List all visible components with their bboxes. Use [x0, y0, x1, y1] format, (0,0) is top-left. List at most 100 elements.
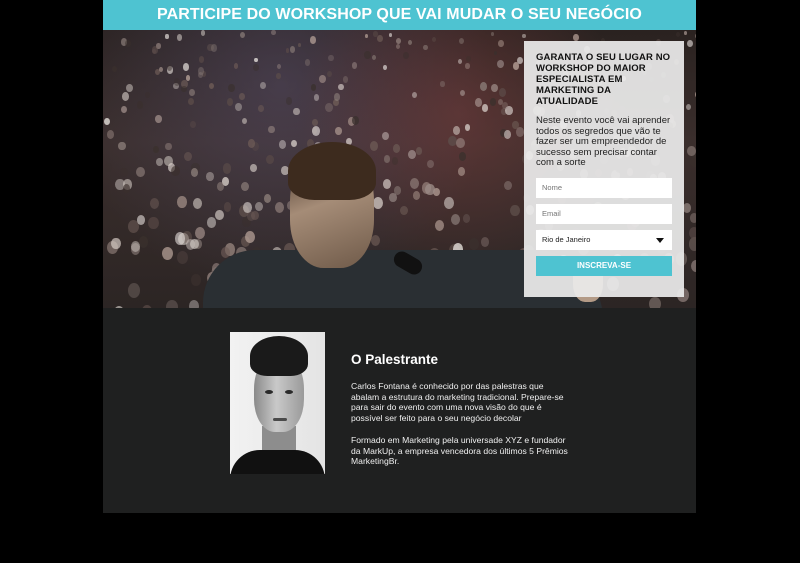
audience-head: [190, 167, 199, 177]
audience-head: [382, 65, 387, 71]
audience-head: [351, 116, 359, 126]
audience-head: [166, 64, 173, 72]
audience-head: [522, 33, 527, 39]
audience-head: [161, 246, 173, 260]
audience-head: [373, 31, 378, 37]
audience-head: [695, 91, 696, 99]
audience-head: [253, 63, 260, 72]
audience-head: [459, 37, 465, 44]
audience-head: [450, 213, 460, 225]
audience-head: [328, 55, 334, 62]
audience-head: [388, 32, 393, 37]
audience-head: [498, 87, 507, 97]
audience-head: [400, 205, 409, 216]
portrait-shirt: [230, 450, 325, 474]
audience-head: [293, 107, 300, 115]
speaker-bio: O Palestrante Carlos Fontana é conhecido…: [351, 352, 571, 467]
audience-head: [174, 231, 186, 245]
audience-head: [675, 32, 680, 38]
audience-head: [250, 164, 257, 173]
audience-head: [333, 93, 340, 101]
audience-head: [189, 238, 199, 250]
audience-head: [184, 151, 193, 162]
city-select[interactable]: Rio de Janeiro: [536, 229, 672, 250]
audience-head: [335, 126, 342, 135]
audience-head: [491, 83, 499, 92]
audience-head: [198, 56, 205, 63]
audience-head: [192, 198, 202, 209]
audience-head: [200, 30, 206, 37]
audience-head: [382, 178, 392, 190]
header-banner: PARTICIPE DO WORKSHOP QUE VAI MUDAR O SE…: [103, 0, 696, 30]
audience-head: [241, 117, 248, 125]
audience-head: [136, 214, 145, 225]
form-title: GARANTA O SEU LUGAR NO WORKSHOP DO MAIOR…: [536, 52, 671, 107]
audience-head: [122, 183, 131, 193]
audience-head: [649, 296, 661, 308]
audience-head: [245, 230, 256, 243]
audience-head: [126, 83, 133, 92]
speaker-section: O Palestrante Carlos Fontana é conhecido…: [103, 308, 696, 513]
audience-head: [310, 84, 316, 91]
audience-head: [459, 152, 467, 161]
audience-head: [121, 92, 129, 101]
audience-head: [271, 30, 276, 36]
audience-head: [427, 159, 434, 168]
audience-head: [396, 38, 402, 45]
audience-head: [177, 195, 187, 208]
audience-head: [274, 202, 284, 213]
audience-head: [573, 34, 579, 41]
audience-head: [516, 56, 524, 65]
audience-head: [457, 167, 465, 176]
audience-head: [453, 125, 461, 135]
audience-head: [370, 235, 380, 247]
audience-head: [138, 236, 149, 248]
signup-form: GARANTA O SEU LUGAR NO WORKSHOP DO MAIOR…: [524, 41, 684, 297]
form-description: Neste evento você vai aprender todos os …: [536, 115, 671, 169]
audience-head: [313, 94, 320, 101]
audience-head: [120, 105, 127, 113]
audience-head: [289, 46, 296, 53]
audience-head: [189, 300, 200, 308]
audience-head: [156, 157, 163, 166]
audience-head: [211, 44, 218, 52]
audience-head: [311, 126, 320, 137]
audience-head: [285, 48, 290, 53]
hero-section: GARANTA O SEU LUGAR NO WORKSHOP DO MAIOR…: [103, 30, 696, 308]
audience-head: [291, 139, 298, 148]
audience-head: [208, 83, 214, 90]
audience-head: [689, 226, 696, 239]
audience-head: [512, 121, 519, 129]
audience-head: [253, 57, 258, 63]
audience-head: [496, 60, 504, 69]
portrait-eye-right: [285, 390, 293, 394]
name-input[interactable]: [536, 177, 672, 198]
audience-head: [158, 67, 163, 72]
audience-head: [206, 171, 214, 181]
audience-head: [384, 155, 391, 163]
audience-head: [312, 119, 318, 127]
audience-head: [373, 196, 384, 209]
audience-head: [310, 36, 317, 44]
audience-head: [304, 59, 311, 67]
audience-head: [431, 36, 436, 42]
audience-head: [351, 61, 358, 69]
audience-head: [194, 226, 205, 239]
email-input[interactable]: [536, 203, 672, 224]
audience-head: [491, 32, 495, 36]
audience-head: [182, 63, 189, 71]
audience-head: [180, 85, 187, 93]
audience-head: [127, 282, 141, 298]
audience-head: [381, 131, 389, 140]
audience-head: [164, 156, 173, 167]
audience-head: [279, 140, 287, 149]
audience-head: [120, 168, 128, 178]
audience-head: [504, 181, 512, 191]
audience-head: [416, 147, 423, 155]
audience-head: [465, 55, 471, 62]
audience-head: [412, 92, 418, 98]
audience-head: [276, 64, 281, 70]
subscribe-button[interactable]: INSCREVA-SE: [536, 255, 672, 276]
speaker-bio-paragraph-1: Carlos Fontana é conhecido por das pales…: [351, 381, 564, 424]
audience-head: [145, 91, 151, 98]
